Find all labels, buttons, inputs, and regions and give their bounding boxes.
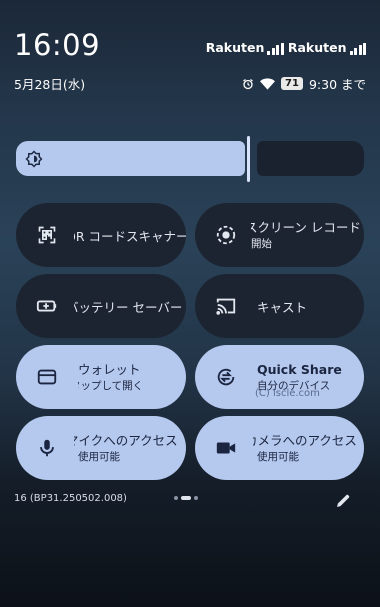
alarm-icon	[243, 78, 253, 89]
clock: 16:09	[14, 28, 101, 62]
quick-share-icon	[215, 366, 237, 388]
tile-label: Quick Share	[257, 361, 342, 377]
tile-screen-record[interactable]: スクリーン レコード 開始	[195, 203, 364, 267]
cast-icon	[215, 295, 237, 317]
battery-icon: 71	[281, 77, 303, 90]
camera-icon	[215, 437, 237, 459]
tile-sublabel: 使用可能	[78, 450, 120, 463]
microphone-icon	[36, 437, 58, 459]
tile-label: カメラへのアクセス	[253, 432, 357, 448]
page-indicator	[174, 496, 198, 500]
tile-label: マイクへのアクセス	[74, 432, 178, 448]
page-dot-current	[181, 496, 191, 500]
tile-quick-share[interactable]: Quick Share 自分のデバイス	[195, 345, 364, 409]
tile-cast[interactable]: キャスト	[195, 274, 364, 338]
carrier-name: Rakuten	[205, 40, 265, 55]
carrier-signals: Rakuten Rakuten	[206, 40, 366, 55]
tile-sublabel: 開始	[251, 237, 272, 250]
signal-icon	[267, 43, 284, 55]
brightness-slider-fill[interactable]	[16, 141, 245, 176]
brightness-slider-handle[interactable]	[247, 136, 250, 182]
tile-sublabel: タップして開く	[78, 379, 144, 392]
tile-label: キャスト	[257, 299, 308, 315]
watermark: (C) iscle.com	[255, 388, 320, 399]
qr-scanner-icon	[36, 224, 58, 246]
date: 5月28日(水)	[14, 77, 86, 92]
tile-wallet[interactable]: ウォレットタップして開く	[16, 345, 186, 409]
page-dot	[194, 496, 198, 500]
wallet-icon	[36, 366, 58, 388]
carrier-name: Rakuten	[287, 40, 347, 55]
tile-label: ウォレット	[78, 361, 141, 377]
tile-sublabel: 使用可能	[257, 450, 299, 463]
tile-label: スクリーン レコード	[251, 219, 361, 235]
wifi-icon	[260, 77, 276, 90]
tile-label: QR コードスキャナー	[74, 228, 186, 244]
brightness-slider-track[interactable]	[257, 141, 364, 176]
tile-microphone-access[interactable]: マイクへのアクセス使用可能	[16, 416, 186, 480]
page-dot	[174, 496, 178, 500]
signal-icon	[349, 43, 366, 55]
screen-record-icon	[215, 224, 237, 246]
carrier-1: Rakuten	[206, 40, 284, 55]
tile-battery-saver[interactable]: バッテリー セーバー	[16, 274, 186, 338]
status-icons: 71 9:30 まで	[242, 74, 366, 93]
brightness-icon	[25, 150, 43, 168]
alarm-time: 9:30 まで	[308, 77, 366, 92]
edit-pencil-icon[interactable]	[334, 492, 352, 510]
tile-label: バッテリー セーバー	[74, 299, 183, 315]
tile-camera-access[interactable]: カメラへのアクセス使用可能	[195, 416, 364, 480]
battery-saver-icon	[36, 295, 58, 317]
build-number[interactable]: 16 (BP31.250502.008)	[14, 493, 127, 504]
carrier-2: Rakuten	[288, 40, 366, 55]
tile-qr-scanner[interactable]: QR コードスキャナー	[16, 203, 186, 267]
